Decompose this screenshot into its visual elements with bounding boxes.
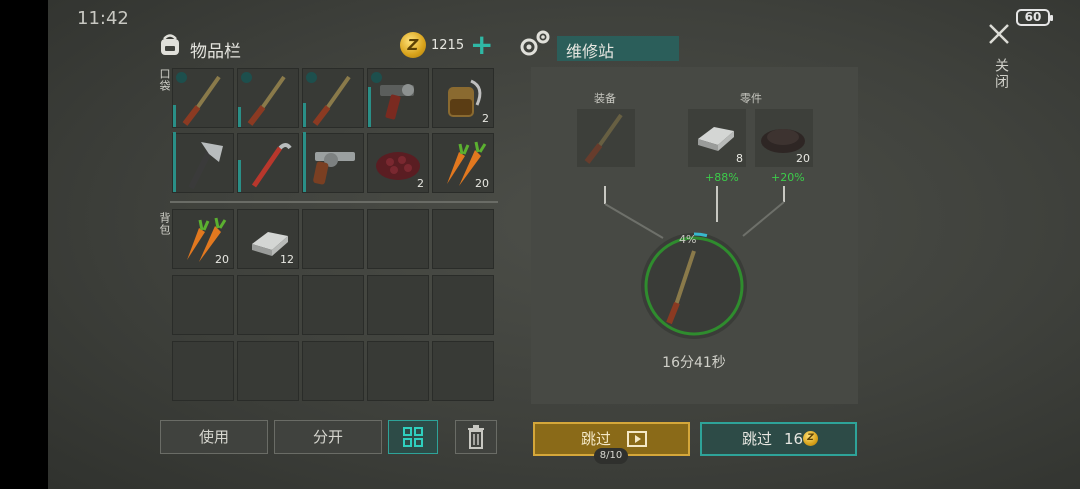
inventory-slot[interactable]: 2 xyxy=(367,133,429,193)
close-icon[interactable] xyxy=(985,20,1013,48)
backpack-icon xyxy=(161,34,179,55)
coin-icon: Z xyxy=(400,32,426,58)
repair-timer: 16分41秒 xyxy=(662,355,726,371)
inventory-slot-empty[interactable] xyxy=(367,275,429,335)
shotgun-icon xyxy=(182,75,221,126)
equipment-slot[interactable] xyxy=(577,109,635,167)
inventory-slot[interactable]: 2 xyxy=(432,68,494,128)
inventory-slot-empty[interactable] xyxy=(367,341,429,401)
inventory-slot-empty[interactable] xyxy=(302,341,364,401)
inventory-slot[interactable] xyxy=(367,68,429,128)
item-qty: 12 xyxy=(280,253,294,266)
inventory-slot[interactable] xyxy=(172,132,234,193)
inventory-slot-empty[interactable] xyxy=(432,209,494,269)
repair-progress-ring xyxy=(640,232,748,340)
inventory-slot-empty[interactable] xyxy=(432,275,494,335)
inventory-slot[interactable] xyxy=(302,68,364,128)
skip-coin-button[interactable]: 跳过 16 Z xyxy=(700,422,857,456)
inventory-slot-empty[interactable] xyxy=(367,209,429,269)
flare-gun-icon xyxy=(380,84,414,120)
equipment-label: 装备 xyxy=(594,92,616,105)
sort-button[interactable] xyxy=(388,420,438,454)
battery-indicator: 60 xyxy=(1016,9,1053,26)
revolver-icon xyxy=(313,152,355,185)
grid-icon xyxy=(403,427,423,447)
repair-station-title: 维修站 xyxy=(566,42,615,61)
part-slot[interactable]: 20 xyxy=(755,109,813,167)
ad-count-badge: 8/10 xyxy=(594,448,628,464)
pocket-label: 口袋 xyxy=(158,68,171,92)
coin-icon: Z xyxy=(803,431,818,446)
part-qty: 20 xyxy=(796,152,810,165)
skip-cost: 16 xyxy=(784,430,804,448)
inventory-slot-empty[interactable] xyxy=(302,275,364,335)
skip-coin-label: 跳过 xyxy=(742,430,773,448)
inventory-slot[interactable]: 12 xyxy=(237,209,299,269)
inventory-slot-empty[interactable] xyxy=(432,341,494,401)
coin-count: 1215 xyxy=(431,38,465,53)
status-time: 11:42 xyxy=(77,8,129,29)
parts-label: 零件 xyxy=(740,92,762,105)
inventory-slot-empty[interactable] xyxy=(237,275,299,335)
gears-icon xyxy=(520,30,550,56)
item-qty: 2 xyxy=(417,177,424,190)
inventory-slot[interactable] xyxy=(172,68,234,128)
shotgun-icon xyxy=(247,75,286,126)
add-coins-button[interactable]: + xyxy=(470,31,494,59)
inventory-slot[interactable]: 20 xyxy=(172,209,234,269)
item-qty: 2 xyxy=(482,112,489,125)
item-qty: 20 xyxy=(215,253,229,266)
inventory-divider xyxy=(170,201,498,203)
inventory-title: 物品栏 xyxy=(190,42,241,62)
video-play-icon xyxy=(627,431,647,447)
inventory-slot-empty[interactable] xyxy=(302,209,364,269)
close-label[interactable]: 关闭 xyxy=(991,58,1011,90)
inventory-slot[interactable] xyxy=(237,68,299,128)
split-button[interactable]: 分开 xyxy=(274,420,382,454)
repair-percent: 4% xyxy=(679,233,697,246)
inventory-slot-empty[interactable] xyxy=(172,275,234,335)
backpack-label: 背包 xyxy=(158,212,171,236)
use-button[interactable]: 使用 xyxy=(160,420,268,454)
shotgun-icon xyxy=(584,113,623,164)
hatchet-icon xyxy=(188,142,223,190)
item-qty: 20 xyxy=(475,177,489,190)
inventory-slot-empty[interactable] xyxy=(237,341,299,401)
part-slot[interactable]: 8 xyxy=(688,109,746,167)
delete-button[interactable] xyxy=(455,420,497,454)
inventory-slot[interactable] xyxy=(302,132,364,193)
trash-icon xyxy=(468,425,484,449)
part-qty: 8 xyxy=(736,152,743,165)
inventory-slot-empty[interactable] xyxy=(172,341,234,401)
inventory-slot[interactable]: 20 xyxy=(432,133,494,193)
shotgun-icon xyxy=(312,75,351,126)
crowbar-icon xyxy=(251,143,292,188)
inventory-slot[interactable] xyxy=(237,133,299,193)
